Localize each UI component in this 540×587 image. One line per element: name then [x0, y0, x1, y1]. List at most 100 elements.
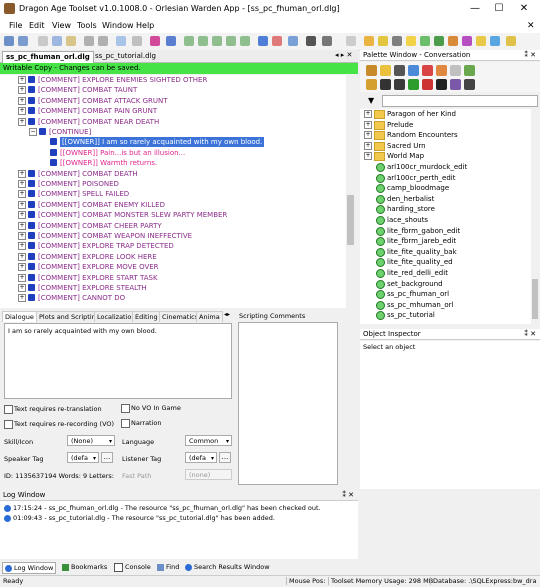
palette-item[interactable]: + Prelude [360, 120, 531, 130]
delete-icon[interactable] [272, 36, 282, 46]
tree-scrollbar[interactable] [346, 75, 355, 308]
tree-row[interactable]: + [COMMENT] COMBAT MONSTER SLEW PARTY MEM… [0, 210, 346, 220]
palette-icon-3[interactable] [394, 65, 405, 76]
redo-icon[interactable] [98, 36, 108, 46]
expand-toggle-icon[interactable]: + [364, 152, 372, 161]
script-icon[interactable] [150, 36, 160, 46]
tab-ss-pc-fhuman-orl[interactable]: ss_pc_fhuman_orl.dlg [2, 51, 94, 63]
no-vo-checkbox[interactable] [121, 404, 130, 413]
wizard-icon[interactable] [506, 36, 516, 46]
menu-file[interactable]: File [9, 21, 22, 30]
pin-close-icon[interactable]: ⁑ ✕ [524, 50, 536, 61]
tab-animation[interactable]: Anima [196, 311, 223, 322]
expand-toggle-icon[interactable]: + [364, 141, 372, 150]
palette-icon-9[interactable] [366, 79, 377, 90]
tab-log-window[interactable]: Log Window [2, 562, 57, 574]
language-select[interactable]: Common ▾ [185, 435, 232, 446]
save-all-icon[interactable] [18, 36, 28, 46]
skill-icon-select[interactable]: (None) ▾ [67, 435, 115, 446]
palette-item[interactable]: camp_bloodmage [360, 183, 531, 194]
tree-row[interactable]: + [COMMENT] CANNOT DO [0, 293, 346, 303]
edit-icon[interactable] [258, 36, 268, 46]
palette-item[interactable]: arl100cr_perth_edit [360, 173, 531, 183]
tree-row[interactable]: + [COMMENT] EXPLORE LOOK HERE [0, 252, 346, 262]
tree-row[interactable]: + [COMMENT] COMBAT ATTACK GRUNT [0, 96, 346, 106]
narration-checkbox[interactable] [121, 419, 130, 428]
expand-toggle-icon[interactable]: + [18, 242, 26, 251]
tree-row[interactable]: + [COMMENT] SPELL FAILED [0, 189, 346, 199]
zoom-icon[interactable] [132, 36, 142, 46]
palette-icon-13[interactable] [422, 79, 433, 90]
wand-icon[interactable] [462, 36, 472, 46]
menu-edit[interactable]: Edit [29, 21, 45, 30]
tab-bookmarks[interactable]: Bookmarks [60, 562, 109, 572]
palette-item[interactable]: + Random Encounters [360, 130, 531, 141]
expand-toggle-icon[interactable]: + [18, 190, 26, 199]
undo-icon[interactable] [84, 36, 94, 46]
tree-row[interactable]: + [COMMENT] EXPLORE TRAP DETECTED [0, 241, 346, 251]
palette-item[interactable]: lite_red_delli_edit [360, 268, 531, 278]
speaker-tag-select[interactable]: (defa ▾ [67, 452, 99, 463]
expand-toggle-icon[interactable]: + [364, 110, 372, 118]
tab-find[interactable]: Find [155, 562, 181, 572]
palette-icon-6[interactable] [436, 65, 447, 76]
node-link-icon[interactable] [212, 36, 222, 46]
filter-dropdown-icon[interactable]: ▼ [368, 96, 374, 105]
scripting-comments-area[interactable] [238, 322, 338, 485]
palette-item[interactable]: lite_fbrm_gabon_edit [360, 226, 531, 236]
palette-item[interactable]: lite_fbrm_jareb_edit [360, 236, 531, 247]
expand-toggle-icon[interactable]: + [364, 131, 372, 140]
palette-item[interactable]: set_background [360, 279, 531, 289]
palette-icon-14[interactable] [436, 79, 447, 90]
expand-toggle-icon[interactable]: + [18, 117, 26, 126]
expand-toggle-icon[interactable]: + [18, 221, 26, 230]
tab-scroll-icon[interactable]: ◂▸ [224, 311, 230, 318]
expand-toggle-icon[interactable]: + [18, 96, 26, 105]
paint-icon[interactable] [434, 36, 444, 46]
dialogue-text-area[interactable]: I am so rarely acquainted with my own bl… [4, 323, 232, 399]
tab-console[interactable]: Console [112, 562, 153, 572]
pen-icon[interactable] [476, 36, 486, 46]
palette-icon-7[interactable] [450, 65, 461, 76]
palette-icon-12[interactable] [408, 79, 419, 90]
expand-toggle-icon[interactable]: + [18, 284, 26, 292]
palette-item[interactable]: ss_pc_mhuman_orl [360, 300, 531, 310]
palette-item[interactable]: lite_fite_quality_ed [360, 257, 531, 268]
menu-view[interactable]: View [52, 21, 71, 30]
save-icon[interactable] [4, 36, 14, 46]
palette-icon-11[interactable] [394, 79, 405, 90]
expand-toggle-icon[interactable]: + [364, 120, 372, 129]
paste-icon[interactable] [66, 36, 76, 46]
tab-editing[interactable]: Editing [132, 311, 161, 322]
tree-row[interactable]: + [COMMENT] COMBAT TAUNT [0, 85, 346, 95]
tabs-scroll-icon[interactable]: ◂ ▸ ✕ [335, 51, 352, 59]
tree-row[interactable]: − [CONTINUE] [0, 127, 346, 137]
expand-toggle-icon[interactable]: + [18, 252, 26, 261]
palette-icon-16[interactable] [464, 79, 475, 90]
export-icon[interactable] [288, 36, 298, 46]
tree-row[interactable]: + [COMMENT] COMBAT NEAR DEATH [0, 117, 346, 127]
expand-toggle-icon[interactable]: + [18, 273, 26, 282]
listener-tag-select[interactable]: (defa ▾ [185, 452, 217, 463]
menu-tools[interactable]: Tools [77, 21, 97, 30]
expand-toggle-icon[interactable]: + [18, 180, 26, 188]
palette-icon-2[interactable] [380, 65, 391, 76]
menu-window[interactable]: Window [102, 21, 134, 30]
expand-toggle-icon[interactable]: + [18, 232, 26, 240]
tree-row[interactable]: + [COMMENT] COMBAT PAIN GRUNT [0, 106, 346, 116]
palette-icon-4[interactable] [408, 65, 419, 76]
retranslation-checkbox[interactable] [4, 405, 13, 414]
palette-item[interactable]: arl100cr_murdock_edit [360, 162, 531, 172]
tool-icon[interactable] [392, 36, 402, 46]
palette-icon-5[interactable] [422, 65, 433, 76]
node-copy-icon[interactable] [240, 36, 250, 46]
palette-item[interactable]: ss_pc_fhuman_orl [360, 289, 531, 300]
tree-row[interactable]: [[OWNER]] I am so rarely acquainted with… [0, 137, 346, 148]
tree-row[interactable]: + [COMMENT] COMBAT CHEER PARTY [0, 221, 346, 231]
select-icon[interactable] [490, 36, 500, 46]
tree-scroll-thumb[interactable] [347, 195, 354, 245]
tree-row[interactable]: + [COMMENT] EXPLORE STEALTH [0, 283, 346, 293]
cut-icon[interactable] [38, 36, 48, 46]
light-icon[interactable] [406, 36, 416, 46]
brush-icon[interactable] [420, 36, 430, 46]
